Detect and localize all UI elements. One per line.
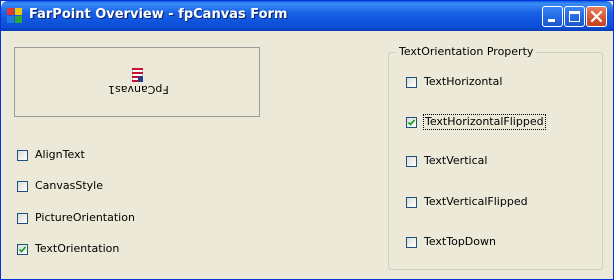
checkbox-label: CanvasStyle [35,179,104,192]
checkmark-icon [18,245,27,253]
title-bar[interactable]: FarPoint Overview - fpCanvas Form [1,1,613,31]
checkbox-align-text[interactable]: AlignText [17,147,86,163]
checkbox-box[interactable] [17,243,28,255]
checkbox-text-vertical-flipped[interactable]: TextVerticalFlipped [406,194,529,210]
checkbox-label: TextHorizontalFlipped [423,114,546,130]
checkbox-label: TextTopDown [424,235,496,248]
checkbox-label: TextHorizontal [424,75,503,88]
close-icon [590,10,603,23]
checkbox-box[interactable] [17,149,28,161]
groupbox-title: TextOrientation Property [396,45,537,58]
checkbox-picture-orientation[interactable]: PictureOrientation [17,210,136,226]
checkbox-label: AlignText [35,148,85,161]
checkbox-label: PictureOrientation [35,211,135,224]
app-icon [7,8,23,24]
checkbox-box[interactable] [406,116,417,128]
maximize-button[interactable] [564,6,585,27]
checkbox-text-vertical[interactable]: TextVertical [406,153,488,169]
checkbox-box[interactable] [406,155,417,167]
maximize-icon [569,11,580,22]
minimize-button[interactable] [542,6,563,27]
checkbox-canvas-style[interactable]: CanvasStyle [17,178,104,194]
checkbox-box[interactable] [17,180,28,192]
checkbox-label: TextOrientation [35,242,120,255]
checkbox-box[interactable] [406,236,417,248]
checkbox-box[interactable] [406,196,417,208]
checkbox-box[interactable] [406,76,417,88]
form-client-area: FpCanvas1 AlignText CanvasStyle PictureO… [4,31,610,277]
checkbox-label: TextVertical [424,154,488,167]
us-flag-icon [132,68,143,82]
checkbox-text-horizontal[interactable]: TextHorizontal [406,74,503,90]
checkbox-text-horizontal-flipped[interactable]: TextHorizontalFlipped [406,114,546,130]
fp-canvas-control[interactable]: FpCanvas1 [14,47,260,117]
app-window: FarPoint Overview - fpCanvas Form FpCanv… [0,0,614,280]
canvas-flipped-text: FpCanvas1 [108,83,169,96]
window-title: FarPoint Overview - fpCanvas Form [29,7,288,22]
checkbox-box[interactable] [17,212,28,224]
checkbox-text-top-down[interactable]: TextTopDown [406,234,497,250]
checkbox-text-orientation[interactable]: TextOrientation [17,241,120,257]
checkmark-icon [407,118,416,126]
checkbox-label: TextVerticalFlipped [424,195,528,208]
minimize-icon [548,19,555,22]
close-button[interactable] [586,6,607,27]
